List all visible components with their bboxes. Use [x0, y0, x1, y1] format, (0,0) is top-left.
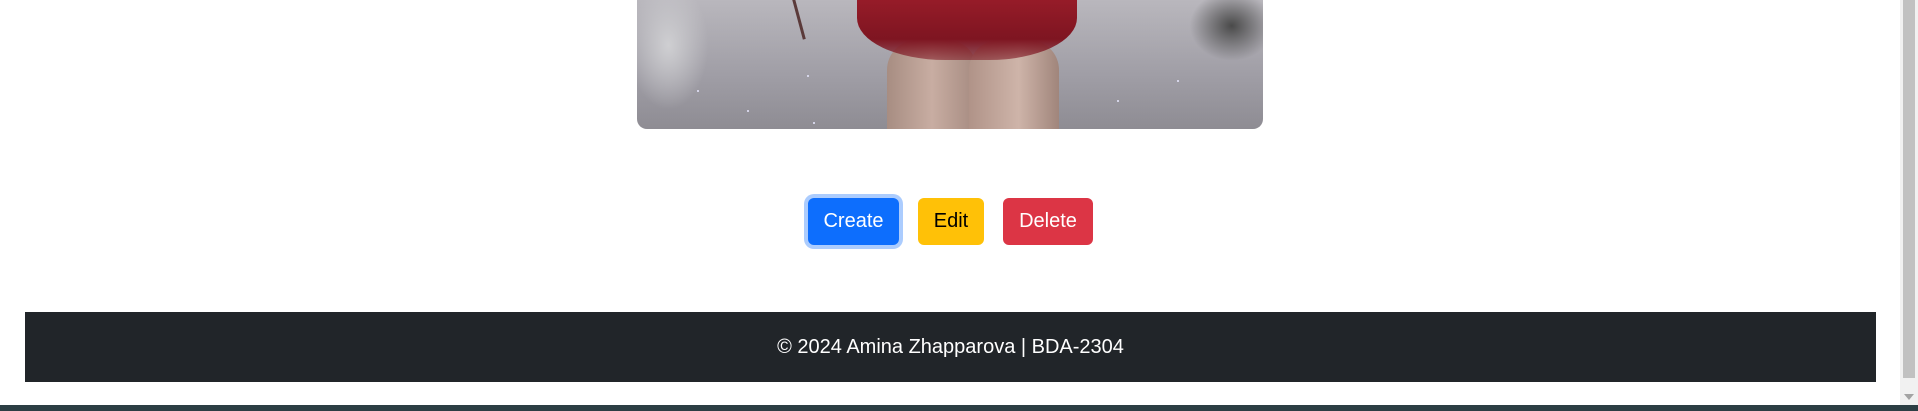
photo-glitter [697, 90, 699, 92]
footer-copyright-text: © 2024 Amina Zhapparova | BDA-2304 [777, 335, 1124, 358]
photo-flower-stem [791, 0, 806, 40]
edit-button[interactable]: Edit [918, 198, 984, 245]
page: Create Edit Delete © 2024 Amina Zhapparo… [0, 0, 1900, 405]
vertical-scrollbar[interactable] [1900, 0, 1918, 405]
photo-glitter [1117, 100, 1119, 102]
photo-glitter [1177, 80, 1179, 82]
scrollbar-thumb[interactable] [1903, 0, 1915, 378]
photo-glitter [747, 110, 749, 112]
photo-glitter [807, 75, 809, 77]
delete-button[interactable]: Delete [1003, 198, 1093, 245]
gallery-photo [637, 0, 1263, 129]
scroll-down-arrow-icon[interactable] [1904, 394, 1914, 400]
photo-glitter [813, 122, 815, 124]
action-button-row: Create Edit Delete [0, 198, 1900, 246]
window-bottom-edge [0, 405, 1918, 411]
create-button[interactable]: Create [808, 198, 899, 245]
footer: © 2024 Amina Zhapparova | BDA-2304 [25, 312, 1876, 382]
